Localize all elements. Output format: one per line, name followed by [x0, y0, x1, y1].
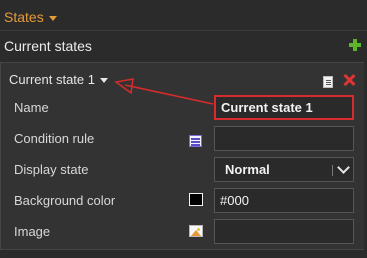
document-icon[interactable]: [323, 76, 333, 88]
state-panel: Current state 1 Name Current state 1 Con…: [0, 62, 364, 250]
divider: [0, 30, 367, 31]
background-color-label: Background color: [14, 193, 116, 208]
display-state-select[interactable]: Normal: [214, 157, 354, 182]
condition-rule-label: Condition rule: [14, 131, 95, 146]
current-states-title: Current states: [4, 38, 92, 54]
image-field[interactable]: [214, 219, 354, 244]
background-color-field[interactable]: #000: [214, 188, 354, 213]
color-swatch[interactable]: [189, 193, 203, 206]
display-state-value: Normal: [225, 162, 270, 177]
name-field[interactable]: Current state 1: [214, 95, 354, 120]
caret-down-icon: [100, 77, 108, 83]
select-separator: [332, 165, 333, 176]
image-label: Image: [14, 224, 51, 239]
states-menu-label: States: [4, 9, 44, 25]
background-color-value: #000: [220, 193, 249, 208]
delete-icon[interactable]: [343, 74, 355, 86]
name-label: Name: [14, 100, 49, 115]
states-menu[interactable]: States: [4, 7, 57, 27]
caret-down-icon: [48, 15, 57, 21]
chevron-down-icon: [337, 161, 350, 174]
image-icon[interactable]: [189, 225, 203, 237]
list-icon[interactable]: [189, 135, 202, 147]
display-state-label: Display state: [14, 162, 89, 177]
condition-rule-field[interactable]: [214, 126, 354, 151]
state-title-toggle[interactable]: Current state 1: [9, 72, 108, 87]
add-state-icon[interactable]: [349, 39, 361, 51]
name-field-value: Current state 1: [221, 100, 313, 115]
state-title-label: Current state 1: [9, 72, 95, 87]
